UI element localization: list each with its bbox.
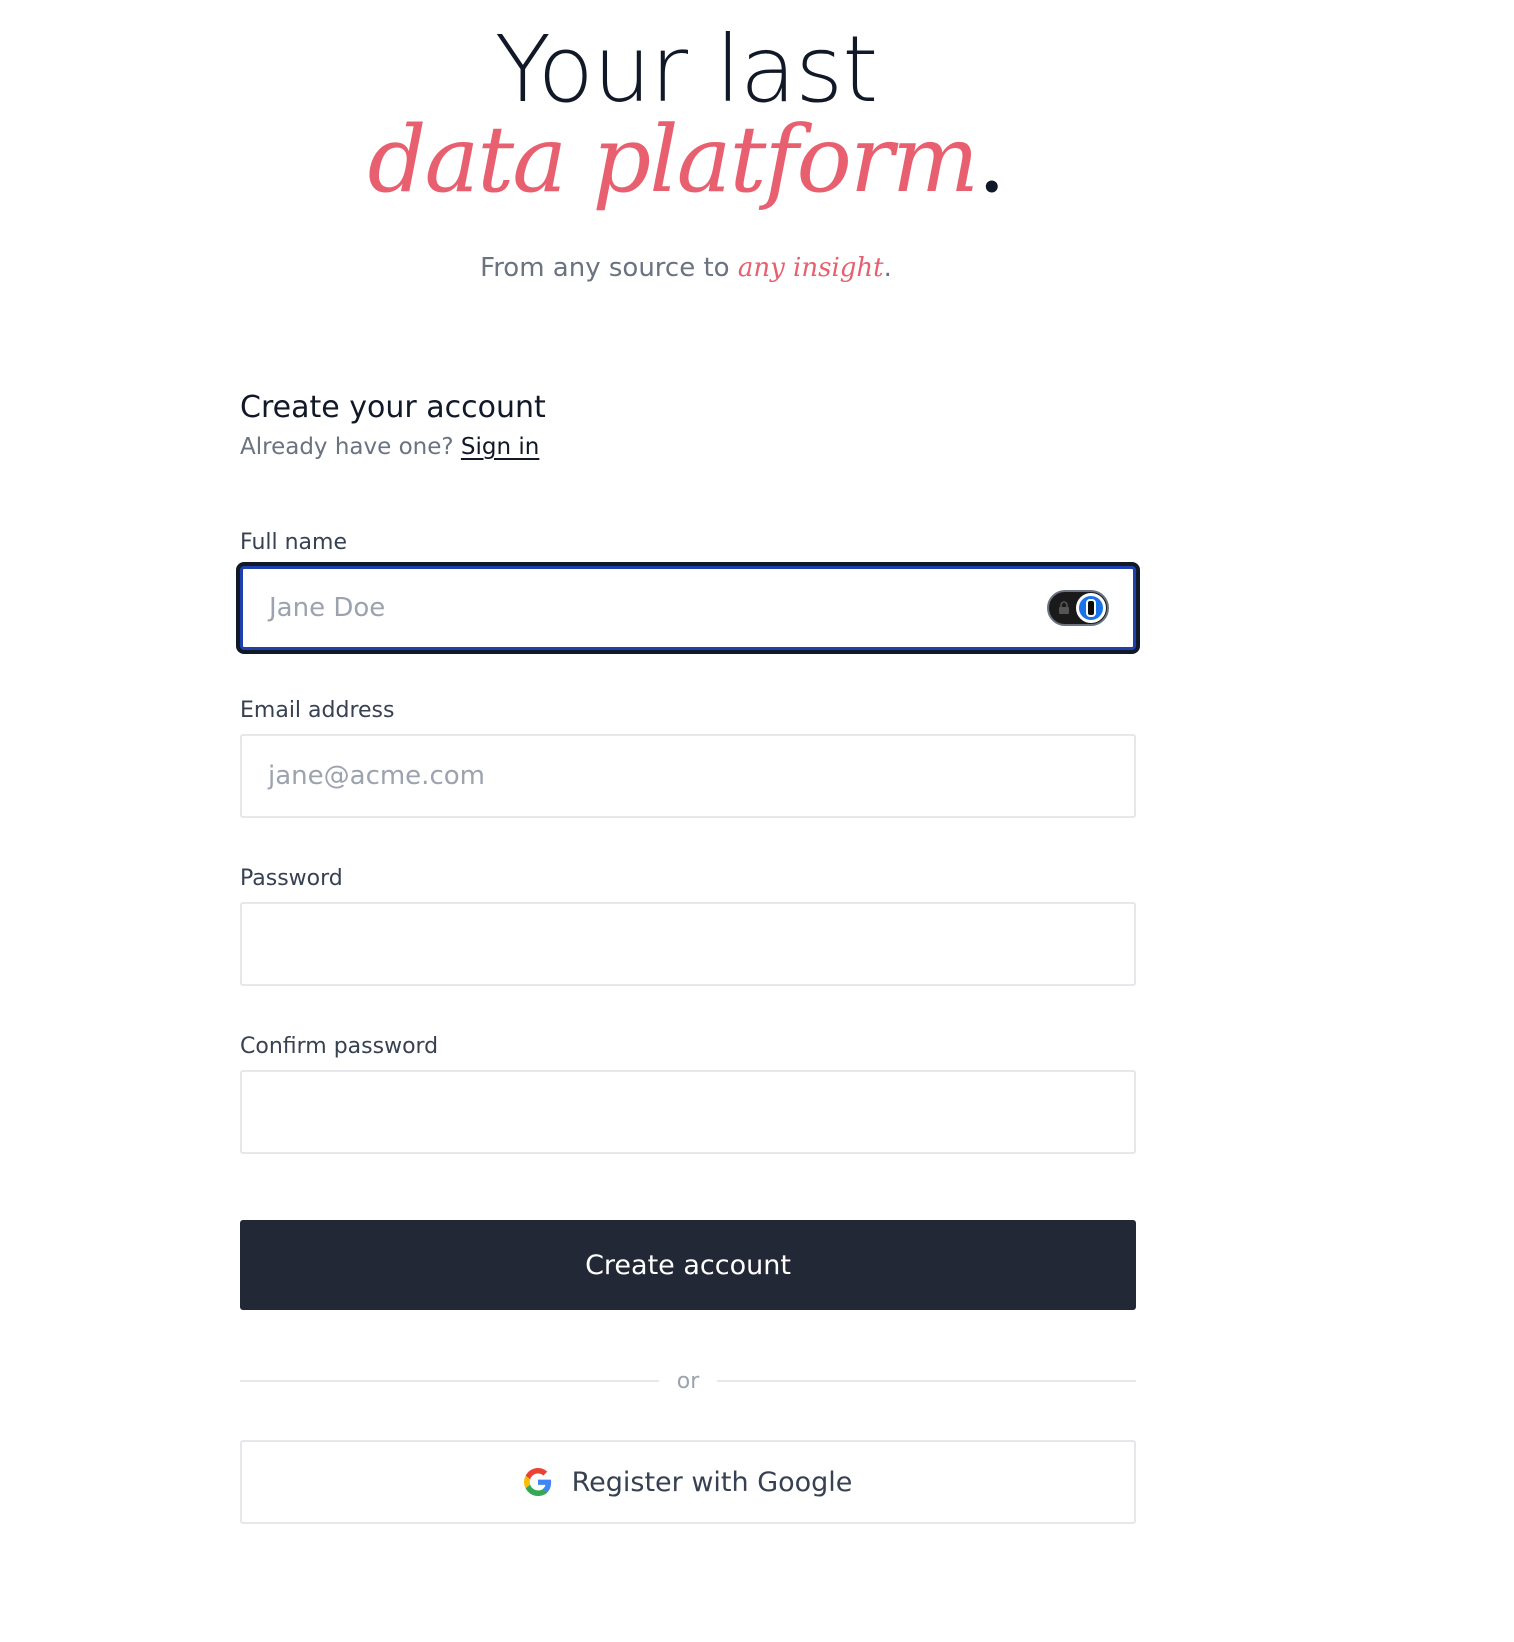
- divider-line-right: [717, 1380, 1137, 1382]
- divider-line-left: [240, 1380, 659, 1382]
- google-button-label: Register with Google: [571, 1466, 853, 1498]
- form-title: Create your account: [240, 390, 546, 425]
- hero-subtitle-suffix: .: [883, 253, 892, 283]
- hero-subtitle-accent: any insight: [737, 253, 884, 283]
- lock-icon: [1059, 601, 1069, 614]
- hero-subtitle: From any source to any insight.: [0, 250, 1372, 286]
- password-label: Password: [240, 866, 343, 891]
- email-label: Email address: [240, 698, 395, 723]
- hero-heading-period: .: [977, 106, 1006, 213]
- password-input[interactable]: [240, 902, 1136, 986]
- hero-heading-accent: data platform: [367, 106, 980, 213]
- google-icon: [523, 1468, 551, 1496]
- email-placeholder: jane@acme.com: [268, 761, 485, 791]
- signin-prompt-text: Already have one?: [240, 434, 454, 460]
- password-manager-knob: [1076, 593, 1106, 623]
- hero-heading-line2: data platform.: [0, 108, 1372, 212]
- password-manager-icon[interactable]: [1047, 590, 1109, 626]
- divider-text: or: [676, 1368, 700, 1394]
- create-account-button[interactable]: Create account: [240, 1220, 1136, 1310]
- signup-form: Create your account Already have one? Si…: [240, 388, 1137, 1524]
- confirm-password-label: Confirm password: [240, 1034, 439, 1059]
- hero-subtitle-prefix: From any source to: [480, 253, 738, 283]
- signin-prompt: Already have one? Sign in: [240, 430, 1136, 464]
- register-with-google-button[interactable]: Register with Google: [240, 1440, 1136, 1524]
- full-name-input[interactable]: Jane Doe: [240, 566, 1136, 650]
- full-name-placeholder: Jane Doe: [269, 593, 386, 623]
- full-name-label: Full name: [240, 530, 348, 555]
- or-divider: or: [240, 1366, 1137, 1396]
- signin-link[interactable]: Sign in: [461, 434, 539, 460]
- email-input[interactable]: jane@acme.com: [240, 734, 1136, 818]
- confirm-password-input[interactable]: [240, 1070, 1136, 1154]
